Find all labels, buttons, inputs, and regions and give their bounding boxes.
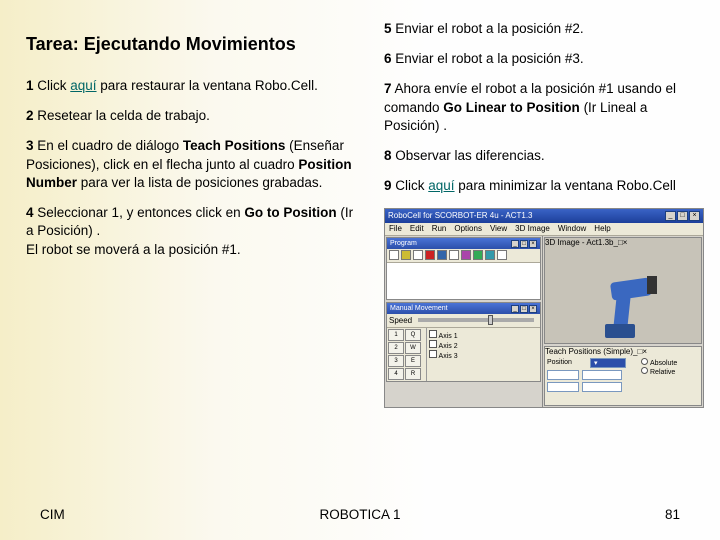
axis-buttons[interactable]: 1Q 2W 3E 4R [388, 329, 425, 380]
robocell-window: RoboCell for SCORBOT-ER 4u - ACT1.3 _□× … [384, 208, 704, 408]
manual-movement-panel: Manual Movement_□× Speed 1Q 2W [386, 302, 541, 382]
step-2: 2 Resetear la celda de trabajo. [26, 107, 356, 125]
step-5: 5 Enviar el robot a la posición #2. [384, 20, 704, 38]
step-7: 7 Ahora envíe el robot a la posición #1 … [384, 80, 704, 135]
teach-inputs[interactable]: Position ▾ [545, 356, 639, 403]
teach-positions-panel: Teach Positions (Simple)_□× Position ▾ A… [544, 346, 702, 406]
window-buttons[interactable]: _□× [664, 210, 700, 221]
program-panel: Program_□× [386, 237, 541, 300]
slide-footer: CIM ROBOTICA 1 81 [0, 507, 720, 522]
robot-icon [591, 266, 657, 342]
app-menubar[interactable]: FileEditRunOptionsView3D ImageWindowHelp [385, 223, 703, 236]
step-6: 6 Enviar el robot a la posición #3. [384, 50, 704, 68]
step-9: 9 Click aquí para minimizar la ventana R… [384, 177, 704, 195]
step-8: 8 Observar las diferencias. [384, 147, 704, 165]
step-3: 3 En el cuadro de diálogo Teach Position… [26, 137, 356, 192]
footer-center: ROBOTICA 1 [319, 507, 400, 522]
step-1: 1 Click aquí para restaurar la ventana R… [26, 77, 356, 95]
graphic-display-panel: 3D Image - Act1.3b_□× [544, 237, 702, 344]
footer-right: 81 [665, 507, 680, 522]
slide-title: Tarea: Ejecutando Movimientos [26, 34, 356, 55]
minimize-link[interactable]: aquí [428, 178, 454, 193]
footer-left: CIM [40, 507, 65, 522]
program-toolbar[interactable] [387, 249, 540, 263]
restore-link[interactable]: aquí [70, 78, 96, 93]
app-titlebar: RoboCell for SCORBOT-ER 4u - ACT1.3 _□× [385, 209, 703, 223]
step-4: 4 Seleccionar 1, y entonces click en Go … [26, 204, 356, 259]
